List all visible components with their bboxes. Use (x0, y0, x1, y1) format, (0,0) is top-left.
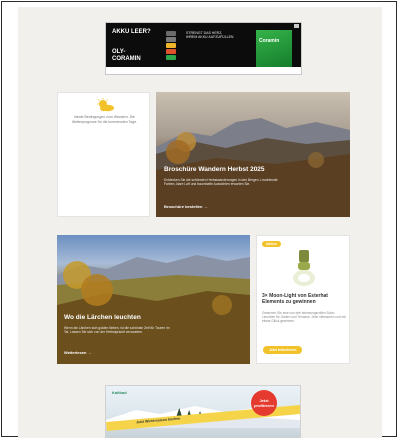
hero1-body: Entdecken Sie die schönsten Herbstwander… (164, 178, 278, 187)
ad-brand: OLY- CORAMIN (112, 49, 141, 62)
top-banner-ad[interactable]: AKKU LEER? OLY- CORAMIN STRENGT DAS HERZ… (105, 22, 302, 75)
promo-badge: Aktion (262, 241, 281, 247)
ad-headline: AKKU LEER? (112, 29, 151, 35)
hero-brochure-card[interactable]: Broschüre Wandern Herbst 2025 Entdecken … (156, 92, 350, 217)
ad-logo: Kaltbad (112, 390, 127, 395)
hero2-title: Wo die Lärchen leuchten (64, 314, 141, 321)
hero2-link[interactable]: Weiterlesen → (64, 350, 92, 355)
larch-valley-image (57, 255, 250, 364)
product-pack-image: Coramin (256, 30, 292, 70)
hero1-title: Broschüre Wandern Herbst 2025 (164, 166, 265, 173)
weather-caption: Ideale Bedingungen zum Wandern. Die Wett… (71, 115, 138, 124)
lamp-icon (293, 250, 315, 286)
sun-cloud-icon (97, 98, 114, 112)
contest-title: 3× Moon-Light von Esterhat Elements zu g… (262, 293, 328, 305)
ad-copy: STRENGT DAS HERZ, IHREM AKKU AUFZUFÜLLEN (186, 31, 234, 39)
ad-bottom-strip (106, 67, 301, 74)
hero1-link[interactable]: Broschüre bestellen → (164, 204, 208, 209)
battery-bars-icon (166, 31, 176, 63)
adchoices-icon[interactable] (294, 24, 299, 28)
participate-button[interactable]: Jetzt teilnehmen (263, 346, 303, 354)
weather-card[interactable]: Ideale Bedingungen zum Wandern. Die Wett… (57, 92, 150, 217)
hero2-body: Wenn die Lärchen sich golden färben, ist… (64, 326, 170, 335)
circle-text: Jetzt profitieren (254, 398, 274, 408)
bottom-banner-ad[interactable]: Kaltbad Jetzt Wintersaison buchen Jetzt … (105, 385, 301, 438)
hero-larch-card[interactable]: Wo die Lärchen leuchten Wenn die Lärchen… (57, 235, 250, 364)
contest-body: Gewinnen Sie eine von drei stimmungsvoll… (262, 311, 346, 324)
contest-card[interactable]: Aktion 3× Moon-Light von Esterhat Elemen… (256, 235, 350, 364)
mountain-landscape-image (156, 118, 350, 217)
page-content: AKKU LEER? OLY- CORAMIN STRENGT DAS HERZ… (18, 7, 382, 438)
pack-label: Coramin (259, 38, 280, 44)
offer-circle[interactable]: Jetzt profitieren (251, 390, 277, 416)
